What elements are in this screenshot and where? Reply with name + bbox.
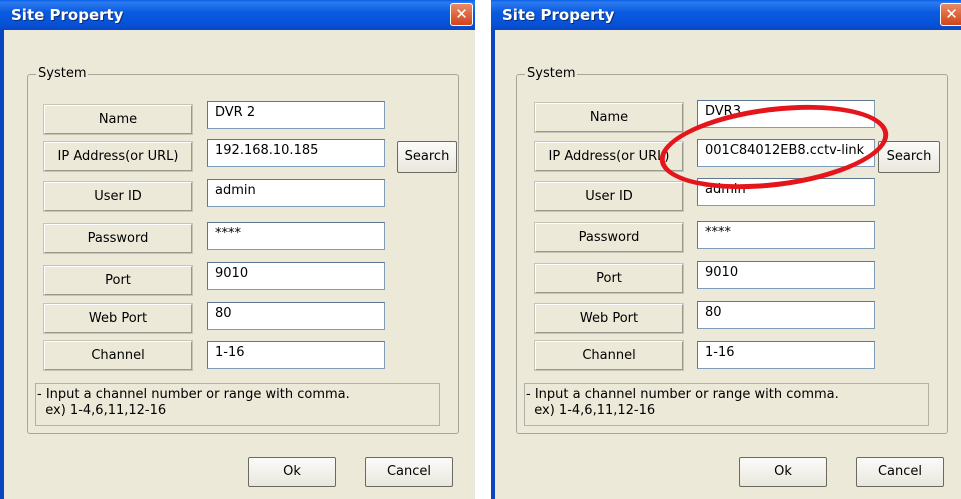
search-button[interactable]: Search <box>397 141 457 173</box>
channel-label: Channel <box>534 340 684 371</box>
dialog-title: Site Property <box>11 6 124 24</box>
password-field[interactable]: **** <box>697 221 875 249</box>
group-label: System <box>525 66 578 81</box>
name-label: Name <box>43 104 193 135</box>
window-border <box>491 30 495 499</box>
web-port-label: Web Port <box>534 303 684 334</box>
channel-field[interactable]: 1-16 <box>697 341 875 369</box>
title-bar[interactable]: Site Property ✕ <box>491 0 961 30</box>
cancel-button[interactable]: Cancel <box>856 457 944 487</box>
channel-hint: - Input a channel number or range with c… <box>35 383 440 426</box>
ip-label: IP Address(or URL) <box>43 141 193 172</box>
channel-hint-line1: - Input a channel number or range with c… <box>37 387 350 402</box>
title-bar[interactable]: Site Property ✕ <box>0 0 475 30</box>
search-button[interactable]: Search <box>878 141 940 173</box>
name-label: Name <box>534 102 684 133</box>
ok-button[interactable]: Ok <box>739 457 827 487</box>
dialog-title: Site Property <box>502 6 615 24</box>
close-icon[interactable]: ✕ <box>940 3 961 26</box>
user-id-label: User ID <box>534 181 684 212</box>
window-border <box>0 30 4 499</box>
user-id-field[interactable]: admin <box>207 179 385 207</box>
web-port-field[interactable]: 80 <box>207 302 385 330</box>
cancel-button[interactable]: Cancel <box>365 457 453 487</box>
ip-field[interactable]: 192.168.10.185 <box>207 139 385 167</box>
web-port-field[interactable]: 80 <box>697 301 875 329</box>
ok-button[interactable]: Ok <box>248 457 336 487</box>
web-port-label: Web Port <box>43 303 193 334</box>
channel-hint: - Input a channel number or range with c… <box>524 383 929 426</box>
group-label: System <box>36 66 89 81</box>
port-label: Port <box>534 263 684 294</box>
channel-field[interactable]: 1-16 <box>207 341 385 369</box>
channel-hint-line2: ex) 1-4,6,11,12-16 <box>37 403 167 418</box>
channel-hint-line2: ex) 1-4,6,11,12-16 <box>526 403 656 418</box>
site-property-dialog-right: Site Property ✕ System Name DVR3 IP Addr… <box>491 0 961 499</box>
port-field[interactable]: 9010 <box>207 262 385 290</box>
close-icon[interactable]: ✕ <box>450 3 473 26</box>
user-id-label: User ID <box>43 181 193 212</box>
password-field[interactable]: **** <box>207 222 385 250</box>
port-field[interactable]: 9010 <box>697 261 875 289</box>
password-label: Password <box>43 223 193 254</box>
password-label: Password <box>534 222 684 253</box>
channel-hint-line1: - Input a channel number or range with c… <box>526 387 839 402</box>
site-property-dialog-left: Site Property ✕ System Name DVR 2 IP Add… <box>0 0 475 499</box>
name-field[interactable]: DVR 2 <box>207 101 385 129</box>
channel-label: Channel <box>43 340 193 371</box>
port-label: Port <box>43 265 193 296</box>
